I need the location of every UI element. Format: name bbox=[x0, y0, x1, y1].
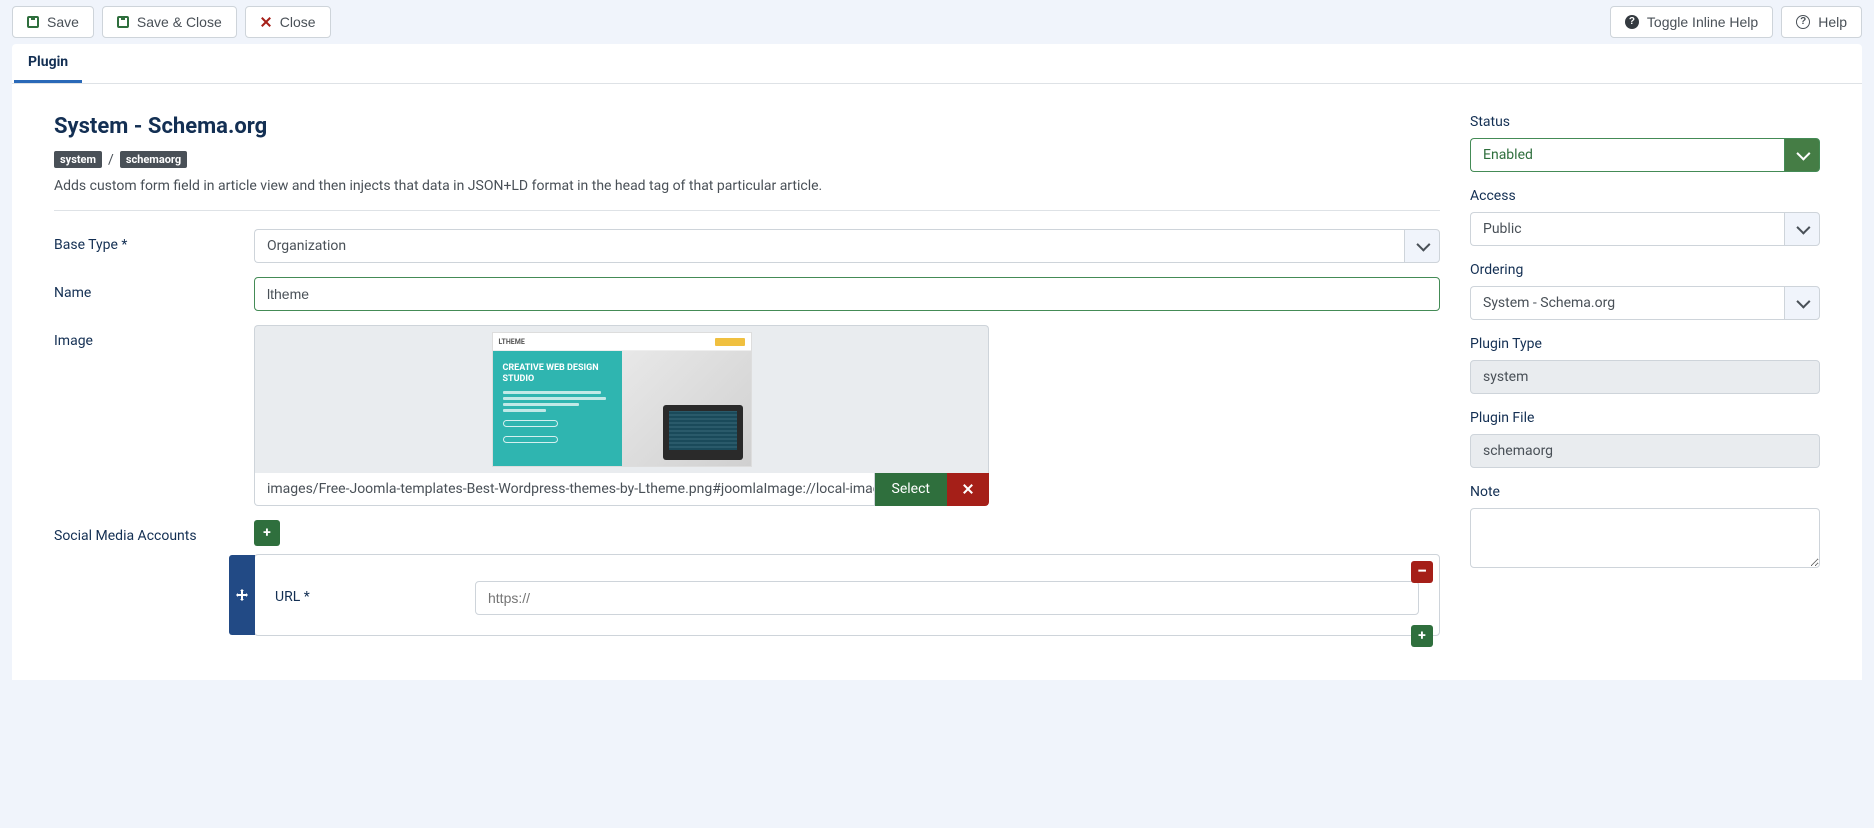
social-add-below-button[interactable]: + bbox=[1411, 625, 1433, 647]
ordering-value: System - Schema.org bbox=[1470, 286, 1784, 320]
access-select[interactable]: Public bbox=[1470, 212, 1820, 246]
ordering-select[interactable]: System - Schema.org bbox=[1470, 286, 1820, 320]
save-close-label: Save & Close bbox=[137, 14, 222, 30]
page-title: System - Schema.org bbox=[54, 114, 1440, 139]
social-add-button[interactable]: + bbox=[254, 520, 280, 546]
social-remove-button[interactable]: − bbox=[1411, 561, 1433, 583]
base-type-label: Base Type * bbox=[54, 229, 254, 263]
save-icon bbox=[27, 16, 39, 28]
plugin-file-label: Plugin File bbox=[1470, 410, 1820, 426]
save-icon bbox=[117, 16, 129, 28]
close-button[interactable]: Close bbox=[245, 6, 331, 38]
base-type-select[interactable]: Organization bbox=[254, 229, 1440, 263]
note-textarea[interactable] bbox=[1470, 508, 1820, 568]
toggle-help-label: Toggle Inline Help bbox=[1647, 14, 1758, 30]
status-label: Status bbox=[1470, 114, 1820, 130]
base-type-value: Organization bbox=[254, 229, 1404, 263]
question-icon: ? bbox=[1796, 15, 1810, 29]
save-label: Save bbox=[47, 14, 79, 30]
save-button[interactable]: Save bbox=[12, 6, 94, 38]
plugin-type-value: system bbox=[1470, 360, 1820, 394]
plugin-file-value: schemaorg bbox=[1470, 434, 1820, 468]
badge-schemaorg: schemaorg bbox=[120, 151, 187, 168]
social-label: Social Media Accounts bbox=[54, 520, 254, 636]
image-select-button[interactable]: Select bbox=[875, 473, 947, 506]
ordering-label: Ordering bbox=[1470, 262, 1820, 278]
help-button[interactable]: ? Help bbox=[1781, 6, 1862, 38]
chevron-down-icon[interactable] bbox=[1784, 286, 1820, 320]
chevron-down-icon[interactable] bbox=[1404, 229, 1440, 263]
close-label: Close bbox=[280, 14, 316, 30]
url-label: URL * bbox=[275, 581, 475, 615]
chevron-down-icon[interactable] bbox=[1784, 212, 1820, 246]
save-close-button[interactable]: Save & Close bbox=[102, 6, 237, 38]
close-icon bbox=[962, 483, 974, 495]
access-value: Public bbox=[1470, 212, 1784, 246]
help-label: Help bbox=[1818, 14, 1847, 30]
status-value: Enabled bbox=[1470, 138, 1784, 172]
close-icon bbox=[260, 16, 272, 28]
badge-separator: / bbox=[108, 152, 114, 168]
drag-handle[interactable] bbox=[229, 555, 255, 635]
image-clear-button[interactable] bbox=[947, 473, 989, 506]
tab-plugin[interactable]: Plugin bbox=[14, 44, 82, 83]
toggle-inline-help-button[interactable]: ? Toggle Inline Help bbox=[1610, 6, 1773, 38]
name-input[interactable] bbox=[254, 277, 1440, 311]
chevron-down-icon[interactable] bbox=[1784, 138, 1820, 172]
move-icon bbox=[236, 589, 248, 601]
image-preview: LTHEME CREATIVE WEB DESIGN STUDIO bbox=[254, 325, 989, 473]
badge-system: system bbox=[54, 151, 102, 168]
image-label: Image bbox=[54, 325, 254, 506]
preview-logo: LTHEME bbox=[499, 338, 525, 346]
plugin-type-label: Plugin Type bbox=[1470, 336, 1820, 352]
preview-headline: CREATIVE WEB DESIGN STUDIO bbox=[503, 363, 612, 385]
question-icon: ? bbox=[1625, 15, 1639, 29]
social-account-item: − URL * + bbox=[254, 554, 1440, 636]
image-thumbnail: LTHEME CREATIVE WEB DESIGN STUDIO bbox=[492, 332, 752, 467]
name-label: Name bbox=[54, 277, 254, 311]
status-select[interactable]: Enabled bbox=[1470, 138, 1820, 172]
plugin-description: Adds custom form field in article view a… bbox=[54, 178, 1440, 211]
access-label: Access bbox=[1470, 188, 1820, 204]
note-label: Note bbox=[1470, 484, 1820, 500]
social-url-input[interactable] bbox=[475, 581, 1419, 615]
image-path-input[interactable]: images/Free-Joomla-templates-Best-Wordpr… bbox=[254, 473, 875, 506]
